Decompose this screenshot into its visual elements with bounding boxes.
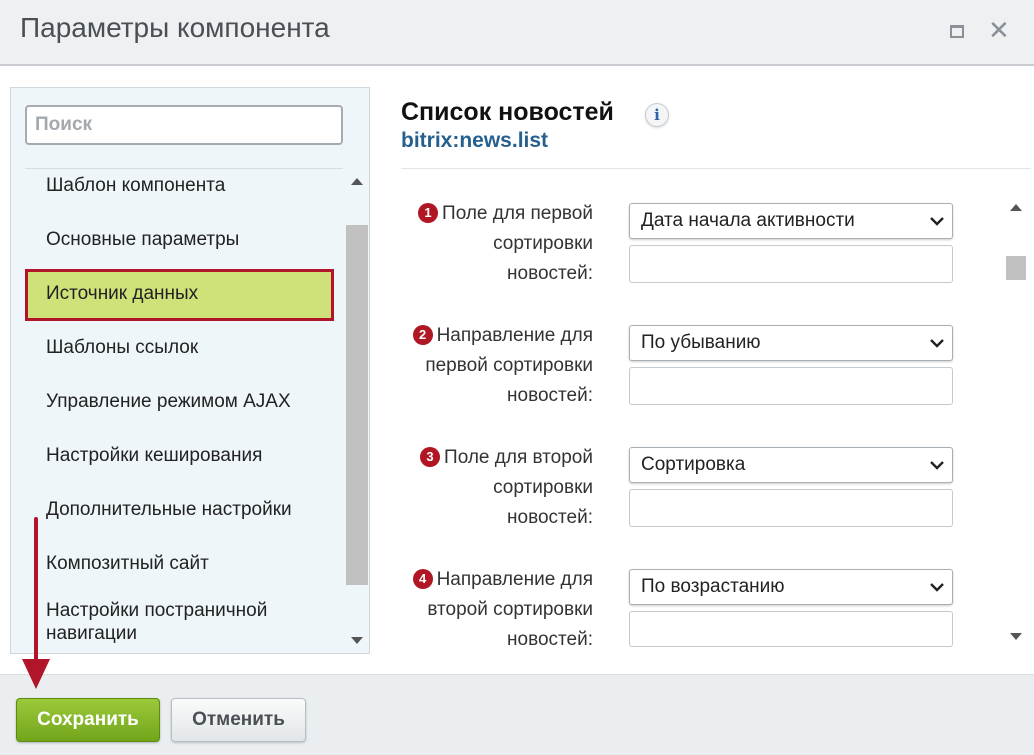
select-value: Сортировка	[641, 454, 746, 475]
sidebar-item-caching[interactable]: Настройки кеширования	[46, 444, 262, 467]
param-label-line: 3 Поле для второй	[401, 443, 593, 473]
param-label-text: Поле для второй	[444, 447, 593, 468]
sort-field-2-custom-input[interactable]	[629, 489, 953, 527]
number-badge: 2	[412, 325, 433, 345]
sort-order-2-custom-input[interactable]	[629, 611, 953, 647]
sort-order-1-select[interactable]: По убыванию	[629, 325, 953, 361]
scroll-down-icon[interactable]	[1010, 633, 1022, 640]
number-badge: 1	[418, 203, 439, 223]
param-label-line: новостей:	[507, 507, 593, 528]
param-label-sort-order-2: 4 Направление для второй сортировки новос…	[401, 565, 593, 655]
number-badge: 4	[412, 569, 433, 589]
param-label-text: Направление для	[436, 325, 593, 346]
sidebar-item-ajax[interactable]: Управление режимом AJAX	[46, 390, 291, 413]
annotation-arrow-icon	[22, 517, 50, 689]
chevron-down-icon	[930, 461, 944, 470]
info-icon[interactable]: i	[645, 103, 669, 127]
chevron-down-icon	[930, 583, 944, 592]
number-badge: 3	[420, 447, 441, 467]
chevron-down-icon	[930, 339, 944, 348]
cancel-button[interactable]: Отменить	[171, 698, 306, 742]
chevron-down-icon	[930, 217, 944, 226]
param-label-line: сортировки	[493, 477, 593, 498]
param-label-line: новостей:	[507, 629, 593, 650]
sidebar-item-basic-params[interactable]: Основные параметры	[46, 228, 239, 251]
sidebar-item-pagination[interactable]: Настройки постраничной навигации	[46, 599, 267, 645]
param-label-line: новостей:	[507, 385, 593, 406]
param-label-sort-field-1: 1 Поле для первой сортировки новостей:	[401, 199, 593, 289]
param-label-line: первой сортировки	[425, 355, 593, 376]
param-label-line: 1 Поле для первой	[401, 199, 593, 229]
scrollbar-thumb[interactable]	[346, 225, 368, 585]
select-value: По убыванию	[641, 332, 761, 353]
sort-field-1-custom-input[interactable]	[629, 245, 953, 283]
params-divider	[401, 168, 1031, 169]
sidebar-item-url-templates[interactable]: Шаблоны ссылок	[46, 336, 198, 359]
select-value: Дата начала активности	[641, 210, 855, 231]
params-scrollbar[interactable]	[1004, 196, 1028, 646]
param-label-line: сортировки	[493, 233, 593, 254]
scrollbar-thumb[interactable]	[1006, 256, 1026, 280]
param-label-line: 2 Направление для	[401, 321, 593, 351]
sidebar: Шаблон компонента Основные параметры Ист…	[10, 87, 370, 654]
param-label-line: новостей:	[507, 263, 593, 284]
sidebar-item-label: навигации	[46, 623, 137, 644]
param-label-sort-order-1: 2 Направление для первой сортировки новос…	[401, 321, 593, 411]
scroll-down-icon[interactable]	[351, 637, 363, 644]
sort-field-1-select[interactable]: Дата начала активности	[629, 203, 953, 239]
save-button[interactable]: Сохранить	[16, 698, 160, 742]
sidebar-item-label: Настройки постраничной	[46, 600, 268, 621]
param-label-line: 4 Направление для	[401, 565, 593, 595]
sidebar-nav: Шаблон компонента Основные параметры Ист…	[11, 88, 347, 653]
sidebar-item-additional[interactable]: Дополнительные настройки	[46, 498, 292, 521]
sort-order-1-custom-input[interactable]	[629, 367, 953, 405]
sidebar-item-composite[interactable]: Композитный сайт	[46, 552, 209, 575]
close-icon[interactable]: ✕	[988, 18, 1010, 44]
param-label-text: Поле для первой	[442, 203, 593, 224]
component-title: Список новостей	[401, 98, 614, 126]
param-label-text: Направление для	[436, 569, 593, 590]
sort-order-2-select[interactable]: По возрастанию	[629, 569, 953, 605]
sort-field-2-select[interactable]: Сортировка	[629, 447, 953, 483]
param-label-sort-field-2: 3 Поле для второй сортировки новостей:	[401, 443, 593, 533]
select-value: По возрастанию	[641, 576, 785, 597]
sidebar-item-template[interactable]: Шаблон компонента	[46, 174, 225, 197]
scroll-up-icon[interactable]	[351, 178, 363, 185]
sidebar-scrollbar[interactable]	[346, 170, 368, 652]
param-label-line: второй сортировки	[427, 599, 593, 620]
scroll-up-icon[interactable]	[1010, 204, 1022, 211]
dialog-title: Параметры компонента	[20, 12, 330, 43]
sidebar-item-data-source[interactable]: Источник данных	[25, 269, 334, 321]
component-code: bitrix:news.list	[401, 129, 549, 152]
dialog-titlebar: Параметры компонента ✕	[0, 0, 1034, 66]
maximize-icon[interactable]	[950, 25, 964, 38]
